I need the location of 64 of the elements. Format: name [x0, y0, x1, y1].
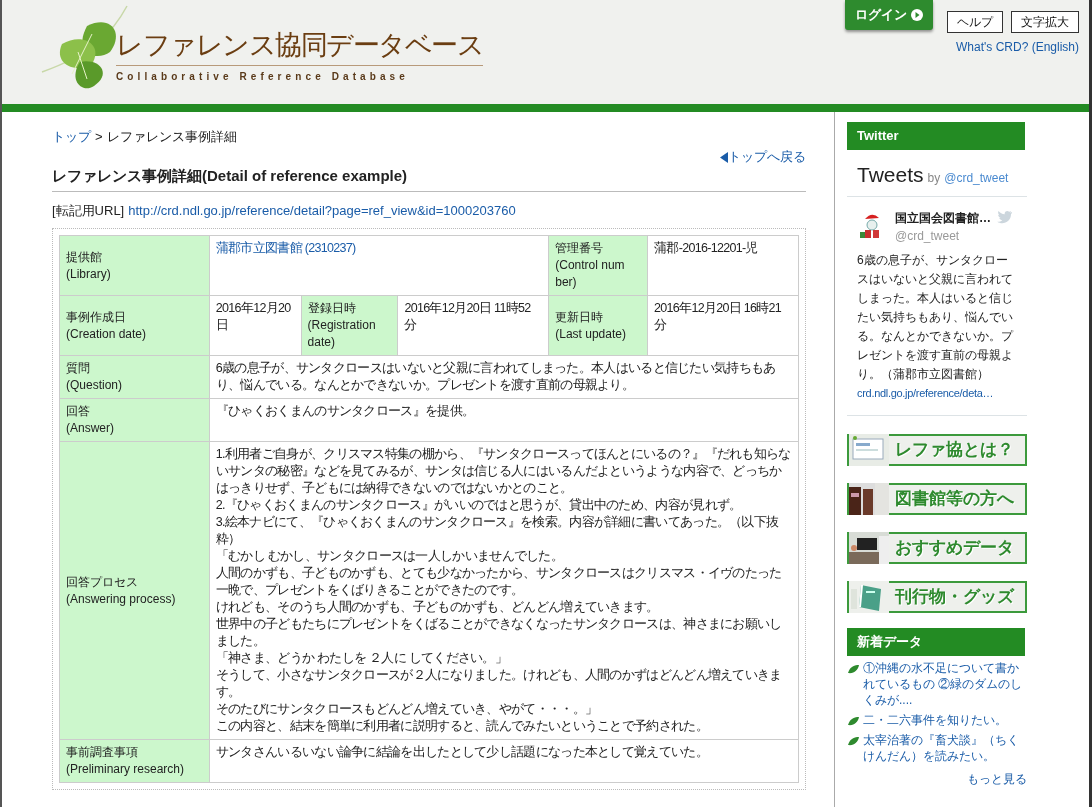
new-data-link[interactable]: 二・二六事件を知りたい。: [863, 712, 1007, 728]
banner-link[interactable]: レファ協とは？: [847, 434, 1027, 466]
tweet-text: 6歳の息子が、サンタクロースはいないと父親に言われてしまった。本人はいると信じたい気持ちもあり、悩んでいる。なんとかできないか。プレゼントを渡す直前の母親より。（蒲郡市立図書館） crd.ndl.go.jp/reference/deta…: [857, 252, 1015, 401]
field-label: 事例作成日 (Creation date): [66, 308, 148, 343]
field-text: 人間のかずも、子どものかずも、とても少なかったから、サンタクロースはクリスマス・イヴのたった一晩で、プレゼントをくばりきることができたのです。: [215, 565, 783, 599]
field-text: そのたびにサンタクロースもどんどん増えていき、やがて・・・。」: [215, 701, 599, 718]
triangle-left-icon: [720, 151, 728, 163]
field-text: 6歳の息子が、サンタクロースはいないと父親に言われてしまった。本人はいると信じたい気持ちもあり、悩んでいる。なんとかできないか。プレゼントを渡す直前の母親より。: [215, 360, 777, 394]
field-label: 回答 (Answer): [66, 403, 115, 437]
field-label: 質問 (Question): [66, 360, 124, 394]
new-data-link[interactable]: ①沖縄の水不足について書かれているもの ②緑のダムのしくみが....: [863, 660, 1027, 708]
banner-link[interactable]: 図書館等の方へ: [847, 483, 1027, 515]
field-label: 登録日時 (Registration date): [307, 300, 377, 351]
header-button[interactable]: ヘルプ: [947, 11, 1003, 33]
field-link[interactable]: 蒲郡市立図書館 (2310237): [215, 241, 356, 255]
logo-title: レファレンス協同データベース: [116, 27, 483, 66]
field-text: 「むかし むかし、サンタクロースは一人しかいませんでした。: [215, 548, 564, 565]
field-label: 提供館 (Library): [66, 248, 112, 283]
field-text: けれども、そのうち人間のかずも、子どものかずも、どんどん増えていきます。: [215, 599, 660, 616]
twitter-header: Twitter: [847, 122, 1025, 150]
field-value: 2016年12月20日 11時52分: [404, 300, 532, 334]
banner-link[interactable]: 刊行物・グッズ: [847, 581, 1027, 613]
back-to-top-link[interactable]: トップへ戻る: [720, 148, 806, 166]
logo-subtitle: Collaborative Reference Database: [116, 70, 410, 84]
leaf-icon: [847, 736, 859, 746]
field-label: 更新日時 (Last update): [555, 308, 627, 343]
field-text: そうして、小さなサンタクロースが２人になりました。けれども、人間のかずはどんどん増えていきます。: [215, 667, 783, 701]
leaf-icon: [847, 664, 859, 674]
english-link[interactable]: What's CRD? (English): [956, 38, 1079, 56]
tweet-handle: @crd_tweet: [895, 228, 961, 245]
breadcrumb-current: レファレンス事例詳細: [106, 128, 237, 146]
leaf-icon: [847, 716, 859, 726]
field-label: 管理番号 (Control num ber): [555, 240, 626, 291]
new-data-header: 新着データ: [847, 628, 1025, 656]
new-data-link[interactable]: 太宰治著の『畜犬談』（ちくけんだん）を読みたい。: [863, 732, 1027, 764]
field-value: 蒲郡-2016-12201-児: [654, 240, 759, 257]
field-text: 『ひゃくおくまんのサンタクロース』を提供。: [215, 403, 476, 420]
tweets-title: Tweets: [857, 162, 924, 188]
field-label: 事前調査事項 (Preliminary research): [66, 744, 186, 778]
url-label: [転記用URL]: [52, 202, 125, 220]
login-button[interactable]: ログイン: [845, 0, 933, 30]
field-label: 回答プロセス (Answering process): [66, 573, 177, 608]
tweets-handle-link[interactable]: @crd_tweet: [944, 169, 1009, 187]
bird-icon: [997, 209, 1013, 224]
breadcrumb-separator: >: [95, 128, 103, 146]
url-link[interactable]: http://crd.ndl.go.jp/reference/detail?page=ref_view&id=1000203760: [128, 202, 516, 220]
tweets-by: by: [927, 170, 941, 187]
field-text: 1.利用者ご自身が、クリスマス特集の棚から、『サンタクロースってほんとにいるの？』『だれも知らないサンタの秘密』などを見てみるが、サンタは信じる人にはいるんだよというような内容で、どっちかはっきりせず、子どもには納得できないのではないかとのこと。: [215, 446, 792, 497]
field-text: サンタさんいるいない論争に結論を出したとして少し話題になった本として覚えていた。: [215, 744, 709, 761]
field-text: 世界中の子どもたちにプレゼントをくばることができなくなったサンタクロースは、神さまにお願いしました。: [215, 616, 783, 650]
field-text: 3.絵本ナビにて、『ひゃくおくまんのサンタクロース』を検索。内容が詳細に書いてあった。（以下抜粋）: [215, 514, 780, 548]
field-text: 「神さま、どうか わたしを ２人に してください。」: [215, 650, 509, 667]
field-text: 2.『ひゃくおくまんのサンタクロース』がいいのではと思うが、貸出中のため、内容が見れず。: [215, 497, 743, 514]
field-value: 2016年12月20日: [215, 300, 292, 334]
tweet-link[interactable]: crd.ndl.go.jp/reference/deta…: [857, 387, 994, 399]
page-title: レファレンス事例詳細(Detail of reference example): [52, 167, 806, 192]
breadcrumb-link[interactable]: トップ: [52, 128, 91, 146]
arrow-circle-icon: [911, 9, 923, 21]
header-button[interactable]: 文字拡大: [1011, 11, 1079, 33]
banner-link[interactable]: おすすめデータ: [847, 532, 1027, 564]
field-value: 2016年12月20日 16時21分: [654, 300, 783, 334]
more-link[interactable]: もっと見る: [967, 770, 1027, 788]
tweet-author-name: 国立国会図書館…: [895, 210, 991, 227]
field-text: この内容と、結末を簡単に利用者に説明すると、読んでみたいということで予約された。: [215, 718, 709, 735]
